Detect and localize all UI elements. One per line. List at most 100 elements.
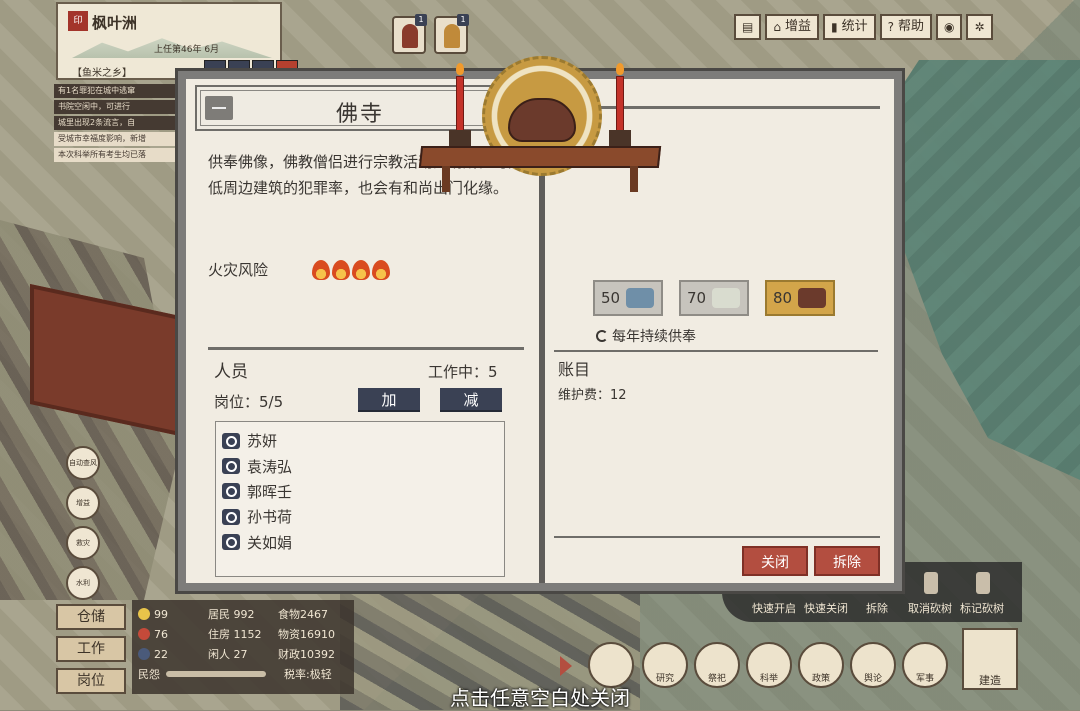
- hat-value: 22: [154, 647, 168, 661]
- mark-cut-button[interactable]: 标记砍树: [960, 600, 1004, 616]
- offering-cloth[interactable]: 50: [593, 280, 663, 316]
- quick-demolish-button[interactable]: 拆除: [866, 600, 888, 616]
- side-tool-buttons: 自动查风 增益 救灾 水利: [66, 446, 100, 600]
- altar-table-icon: [418, 146, 662, 168]
- housing-value: 住房 1152: [208, 628, 262, 641]
- offering-value: 50: [601, 289, 621, 307]
- fire-risk-meter: [312, 259, 390, 280]
- question-icon: ?: [887, 20, 894, 34]
- disaster-relief-button[interactable]: 救灾: [66, 526, 100, 560]
- table-leg: [630, 166, 638, 192]
- expand-arrow-icon[interactable]: [560, 656, 572, 676]
- staff-divider: [208, 347, 524, 350]
- notice-list: 有1名罪犯在城中逃窜 书院空闲中，可进行 城里出现2条流言，自 受城市幸福度影响…: [54, 84, 182, 164]
- bar-chart-icon: ▮: [830, 20, 838, 34]
- stats-button[interactable]: ▮ 统计: [822, 14, 876, 40]
- footer-divider: [554, 536, 880, 538]
- stats-grid: 99 居民 992 食物2467 76 住房 1152 物资16910 22 闲…: [132, 600, 354, 694]
- notice-item[interactable]: 受城市幸福度影响，新增: [54, 132, 182, 146]
- build-button[interactable]: 建造: [962, 628, 1018, 690]
- staff-row[interactable]: 郭晖壬: [222, 479, 504, 504]
- fire-risk-row: 火灾风险: [208, 259, 390, 280]
- demolish-button[interactable]: 拆除: [814, 546, 880, 576]
- cancel-cut-button[interactable]: 取消砍树: [908, 600, 952, 616]
- search-icon[interactable]: [222, 508, 240, 525]
- axe-mark-icon[interactable]: [976, 572, 990, 594]
- notice-item[interactable]: 本次科举所有考生均已落: [54, 148, 182, 162]
- avatar-badge: 1: [415, 14, 427, 26]
- staff-name: 苏妍: [247, 432, 278, 451]
- gear-icon: ✲: [974, 20, 985, 34]
- offering-value: 80: [773, 289, 793, 307]
- heart-value: 76: [154, 627, 168, 641]
- boost-side-button[interactable]: 增益: [66, 486, 100, 520]
- search-icon[interactable]: [222, 458, 240, 475]
- water-button[interactable]: 水利: [66, 566, 100, 600]
- treasury-value: 财政10392: [278, 648, 335, 661]
- staff-row[interactable]: 苏妍: [222, 428, 504, 453]
- remove-worker-button[interactable]: 减: [440, 388, 502, 412]
- upkeep-divider: [554, 350, 878, 352]
- staff-row[interactable]: 关如娟: [222, 530, 504, 555]
- flame-icon: [332, 259, 350, 280]
- mood-slider[interactable]: [166, 671, 266, 677]
- notice-item[interactable]: 书院空闲中，可进行: [54, 100, 182, 114]
- quick-open-button[interactable]: 快速开启: [752, 600, 796, 616]
- staff-row[interactable]: 袁涛弘: [222, 453, 504, 478]
- fire-risk-label: 火灾风险: [208, 261, 269, 279]
- close-hint: 点击任意空白处关闭: [450, 686, 630, 710]
- view-button[interactable]: ◉: [936, 14, 963, 40]
- work-tab[interactable]: 工作: [56, 636, 126, 662]
- add-worker-button[interactable]: 加: [358, 388, 420, 412]
- storage-tab[interactable]: 仓储: [56, 604, 126, 630]
- tenure-date: 上任第46年 6月: [154, 45, 220, 55]
- annual-offering: 每年持续供奉: [596, 326, 696, 346]
- tax-rate[interactable]: 税率:极轻: [284, 666, 332, 682]
- altar-illustration: [418, 56, 662, 206]
- staff-heading: 人员: [214, 362, 248, 382]
- happiness-value: 99: [154, 607, 168, 621]
- city-seal-icon: 印: [68, 11, 88, 31]
- staff-name: 袁涛弘: [247, 457, 293, 476]
- official-avatar[interactable]: 1: [392, 14, 427, 54]
- staff-list: 苏妍 袁涛弘 郭晖壬 孙书荷 关如娟: [215, 421, 505, 577]
- idle-value: 闲人 27: [208, 648, 248, 661]
- annual-offering-label: 每年持续供奉: [612, 329, 696, 345]
- heart-icon: [138, 628, 150, 640]
- settings-button[interactable]: ✲: [966, 14, 993, 40]
- cycle-icon: [596, 330, 608, 342]
- official-avatar[interactable]: 1: [434, 14, 469, 54]
- close-button[interactable]: 关闭: [742, 546, 808, 576]
- official-figure-icon: [444, 24, 460, 48]
- cloth-icon: [626, 288, 655, 308]
- eye-icon: ◉: [944, 20, 955, 34]
- goods-value: 物资16910: [278, 628, 335, 641]
- ledger-title-2: 账目: [558, 360, 591, 379]
- notice-item[interactable]: 城里出现2条流言，自: [54, 116, 182, 130]
- help-button[interactable]: ? 帮助: [879, 14, 932, 40]
- flame-icon: [312, 259, 330, 280]
- flame-icon: [372, 259, 390, 280]
- upkeep-cost: 维护费：12: [558, 388, 627, 403]
- censer-icon: [508, 98, 576, 142]
- official-figure-icon: [402, 24, 418, 48]
- top-toolbar: ▤ ⌂ 增益 ▮ 统计 ? 帮助 ◉ ✲: [734, 14, 993, 40]
- scroll-button[interactable]: ▤: [734, 14, 762, 40]
- search-icon[interactable]: [222, 483, 240, 500]
- notice-item[interactable]: 有1名罪犯在城中逃窜: [54, 84, 182, 98]
- residents-value: 居民 992: [208, 608, 255, 621]
- offering-porcelain[interactable]: 70: [679, 280, 749, 316]
- avatar-badge: 1: [457, 14, 469, 26]
- staff-row[interactable]: 孙书荷: [222, 504, 504, 529]
- offering-censer[interactable]: 80: [765, 280, 835, 316]
- food-value: 食物2467: [278, 608, 328, 621]
- hat-icon: [138, 648, 150, 660]
- boost-button[interactable]: ⌂ 增益: [765, 14, 819, 40]
- offering-value: 70: [687, 289, 707, 307]
- search-icon[interactable]: [222, 432, 240, 449]
- search-icon[interactable]: [222, 534, 240, 551]
- staff-name: 郭晖壬: [247, 482, 293, 501]
- auto-inspect-button[interactable]: 自动查风: [66, 446, 100, 480]
- axe-cancel-icon[interactable]: [924, 572, 938, 594]
- quick-close-button[interactable]: 快速关闭: [804, 600, 848, 616]
